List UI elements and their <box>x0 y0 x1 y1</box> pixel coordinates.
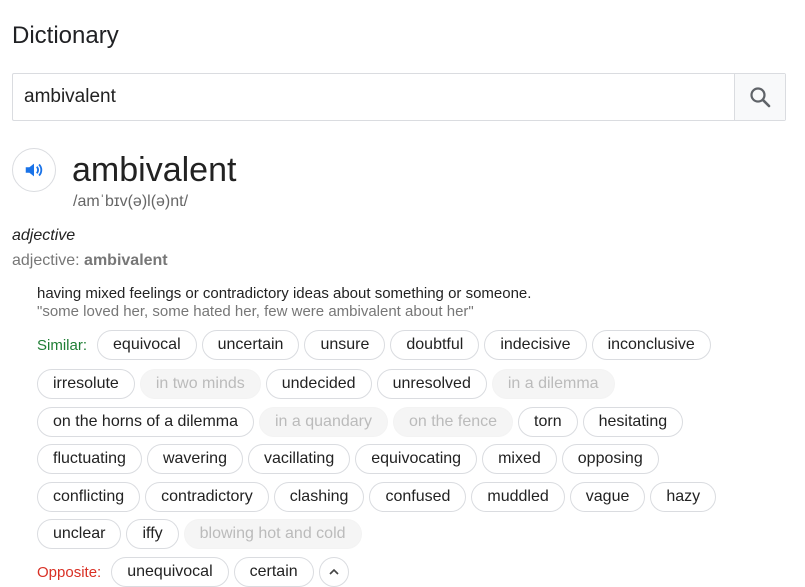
example-sentence: "some loved her, some hated her, few wer… <box>37 303 474 320</box>
synonym-chip[interactable]: uncertain <box>201 330 300 360</box>
synonym-chip[interactable]: in a quandary <box>259 407 388 437</box>
synonym-chip[interactable]: unclear <box>37 519 122 549</box>
search-bar <box>12 73 786 121</box>
synonym-chip[interactable]: vague <box>569 482 646 512</box>
search-input[interactable] <box>13 74 734 120</box>
chevron-up-icon <box>329 568 339 575</box>
synonym-chip[interactable]: conflicting <box>37 482 141 512</box>
similar-row-4: fluctuating wavering vacillating equivocati… <box>37 444 664 474</box>
synonym-chip[interactable]: muddled <box>471 482 565 512</box>
similar-row-3: on the horns of a dilemma in a quandary on… <box>37 407 688 437</box>
synonym-chip[interactable]: blowing hot and cold <box>183 519 362 549</box>
similar-label: Similar: <box>37 336 88 354</box>
part-of-speech: adjective <box>12 227 76 244</box>
synonym-chip[interactable]: unsure <box>304 330 386 360</box>
synonym-chip[interactable]: contradictory <box>145 482 269 512</box>
synonym-chip[interactable]: hazy <box>650 482 717 512</box>
synonym-chip[interactable]: irresolute <box>37 369 135 399</box>
synonym-chip[interactable]: on the fence <box>392 407 514 437</box>
synonym-chip[interactable]: fluctuating <box>37 444 142 474</box>
synonym-chip[interactable]: confused <box>369 482 467 512</box>
synonym-chip[interactable]: unresolved <box>376 369 487 399</box>
pronunciation-button[interactable] <box>12 148 56 192</box>
synonym-chip[interactable]: hesitating <box>582 407 684 437</box>
synonym-chip[interactable]: on the horns of a dilemma <box>37 407 254 437</box>
opposite-label: Opposite: <box>37 563 102 581</box>
synonym-chip[interactable]: torn <box>518 407 578 437</box>
similar-row-2: irresolute in two minds undecided unresolve… <box>37 369 620 399</box>
word-form-label: adjective: <box>12 252 85 269</box>
synonym-chip[interactable]: equivocating <box>355 444 478 474</box>
similar-row-6: unclear iffy blowing hot and cold <box>37 519 367 549</box>
synonym-chip[interactable]: wavering <box>146 444 243 474</box>
synonym-chip[interactable]: mixed <box>482 444 557 474</box>
synonym-chip[interactable]: in two minds <box>139 369 261 399</box>
definition: having mixed feelings or contradictory i… <box>37 285 532 302</box>
speaker-icon <box>25 163 43 177</box>
word-form: adjective: ambivalent <box>12 252 168 270</box>
synonym-chip[interactable]: doubtful <box>390 330 480 360</box>
synonym-chip[interactable]: clashing <box>273 482 365 512</box>
headword: ambivalent <box>72 151 237 189</box>
search-button[interactable] <box>734 74 785 120</box>
synonym-chip[interactable]: opposing <box>561 444 659 474</box>
word-form-word: ambivalent <box>84 252 168 269</box>
page-title: Dictionary <box>12 22 119 49</box>
synonym-chip[interactable]: indecisive <box>484 330 587 360</box>
similar-row-5: conflicting contradictory clashing confused… <box>37 482 721 512</box>
synonym-chip[interactable]: inconclusive <box>591 330 711 360</box>
search-icon <box>750 87 771 108</box>
synonym-chip[interactable]: equivocal <box>97 330 197 360</box>
synonym-chip[interactable]: in a dilemma <box>491 369 615 399</box>
phonetic: /amˈbɪv(ə)l(ə)nt/ <box>73 193 189 210</box>
synonym-chip[interactable]: iffy <box>126 519 179 549</box>
synonym-chip[interactable]: undecided <box>265 369 372 399</box>
similar-row-1: Similar: equivocal uncertain unsure doubtfu… <box>37 330 716 360</box>
synonym-chip[interactable]: vacillating <box>247 444 351 474</box>
